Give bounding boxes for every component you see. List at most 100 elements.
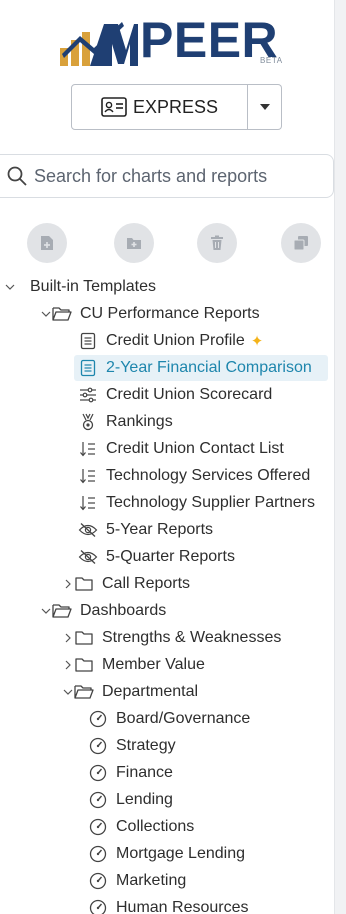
tree-label: Marketing [116,872,187,889]
gauge-icon [88,790,108,810]
sliders-icon [78,385,98,405]
tree-label: Finance [116,764,173,781]
tree-item-strategy[interactable]: Strategy [88,733,346,759]
peer-logo-mark [60,22,138,66]
eye-off-icon [78,520,98,540]
tree-label: Credit Union Contact List [106,440,284,457]
tree-label: Credit Union Profile [106,332,245,349]
chevron-down-icon [62,689,74,695]
tree-item-credit-union-profile[interactable]: Credit Union Profile ✦ [78,328,346,354]
tree-label: Human Resources [116,899,249,914]
tree-item-collections[interactable]: Collections [88,814,346,840]
tree-item-human-resources[interactable]: Human Resources [88,895,346,914]
express-dropdown-button[interactable] [248,84,282,130]
caret-down-icon [259,104,270,110]
tree-label: Technology Supplier Partners [106,494,316,511]
search-box [0,154,334,198]
copy-icon [293,236,308,251]
sort-list-icon [78,493,98,513]
eye-off-icon [78,547,98,567]
tree-label: Rankings [106,413,173,430]
tree-label: 5-Quarter Reports [106,548,235,565]
tree-label: Dashboards [80,602,167,619]
tree-item-finance[interactable]: Finance [88,760,346,786]
folder-open-icon [74,682,94,702]
tree-folder-strengths-weaknesses[interactable]: Strengths & Weaknesses [62,625,346,651]
tree-folder-departmental[interactable]: Departmental [62,679,346,705]
new-file-icon [41,236,53,250]
tree-label: Departmental [102,683,199,700]
action-bar [27,223,327,263]
tree-item-marketing[interactable]: Marketing [88,868,346,894]
tree-folder-cu-performance-reports[interactable]: CU Performance Reports [40,301,346,327]
gauge-icon [88,763,108,783]
tree-label: 2-Year Financial Comparison [106,359,312,376]
tree-item-technology-supplier-partners[interactable]: Technology Supplier Partners [78,490,346,516]
tree-label: Call Reports [102,575,191,592]
sort-list-icon [78,439,98,459]
tree-label: Built-in Templates [30,278,156,295]
peer-wordmark: PEER [140,12,279,68]
tree-label: Mortgage Lending [116,845,245,862]
folder-open-icon [52,601,72,621]
new-folder-button[interactable] [114,223,154,263]
search-input[interactable] [34,165,324,187]
chevron-right-icon [62,660,74,670]
tree-label: Credit Union Scorecard [106,386,273,403]
delete-button[interactable] [197,223,237,263]
express-button[interactable]: EXPRESS [71,84,248,130]
tree-folder-call-reports[interactable]: Call Reports [62,571,346,597]
tree-label: Lending [116,791,173,808]
tree-item-mortgage-lending[interactable]: Mortgage Lending [88,841,346,867]
gauge-icon [88,871,108,891]
tree-item-5-quarter-reports[interactable]: 5-Quarter Reports [78,544,346,570]
document-icon [78,331,98,351]
duplicate-button[interactable] [281,223,321,263]
search-icon [7,166,27,186]
chevron-down-icon [40,311,52,317]
tree-label: Strengths & Weaknesses [102,629,282,646]
tree-item-technology-services-offered[interactable]: Technology Services Offered [78,463,346,489]
gauge-icon [88,817,108,837]
chevron-down-icon [4,284,16,290]
tree-label: Collections [116,818,195,835]
tree-label: CU Performance Reports [80,305,260,322]
sort-list-icon [78,466,98,486]
gauge-icon [88,709,108,729]
tree-folder-built-in-templates[interactable]: Built-in Templates [4,274,338,300]
gauge-icon [88,898,108,914]
tree-label: Member Value [102,656,205,673]
new-report-button[interactable] [27,223,67,263]
gauge-icon [88,844,108,864]
folder-icon [74,574,94,594]
tree-label: 5-Year Reports [106,521,214,538]
chevron-right-icon [62,633,74,643]
express-label: EXPRESS [132,96,219,117]
tree-folder-member-value[interactable]: Member Value [62,652,346,678]
sparkle-icon: ✦ [250,333,264,350]
document-icon [78,358,98,378]
tree-label: Board/Governance [116,710,251,727]
new-folder-icon [127,238,141,249]
tree-item-rankings[interactable]: Rankings [78,409,346,435]
tree-item-2-year-financial-comparison[interactable]: 2-Year Financial Comparison [74,355,328,381]
express-button-group: EXPRESS [71,84,282,130]
trash-icon [211,235,223,250]
medal-icon [78,412,98,432]
peer-logo: PEER BETA [60,4,290,70]
tree-folder-dashboards[interactable]: Dashboards [40,598,346,624]
tree-item-board-governance[interactable]: Board/Governance [88,706,346,732]
gauge-icon [88,736,108,756]
chevron-right-icon [62,579,74,589]
chevron-down-icon [40,608,52,614]
contact-card-icon [101,97,127,117]
beta-badge: BETA [260,56,283,65]
tree-item-credit-union-scorecard[interactable]: Credit Union Scorecard [78,382,346,408]
folder-icon [74,628,94,648]
tree-item-lending[interactable]: Lending [88,787,346,813]
folder-open-icon [52,304,72,324]
tree-item-5-year-reports[interactable]: 5-Year Reports [78,517,346,543]
sidebar-panel: PEER BETA EXPRESS Search for charts and … [0,0,346,914]
tree-item-credit-union-contact-list[interactable]: Credit Union Contact List [78,436,346,462]
folder-icon [74,655,94,675]
